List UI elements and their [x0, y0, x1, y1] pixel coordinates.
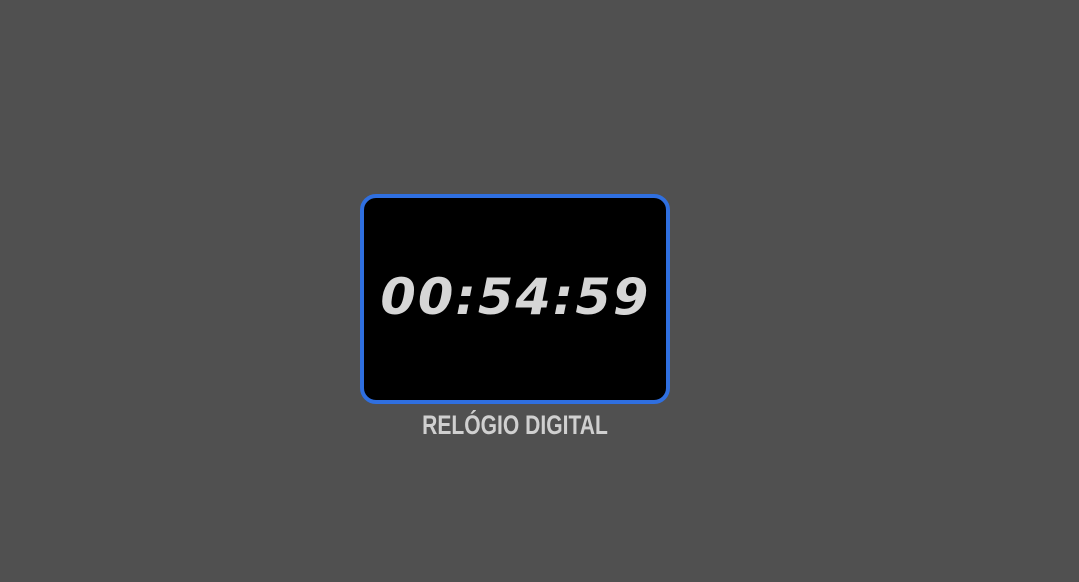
digital-clock-display: 00:54:59 — [360, 194, 670, 404]
clock-caption: RELÓGIO DIGITAL — [422, 410, 608, 440]
clock-time: 00:54:59 — [379, 268, 651, 326]
page: 00:54:59 RELÓGIO DIGITAL — [0, 0, 1079, 582]
